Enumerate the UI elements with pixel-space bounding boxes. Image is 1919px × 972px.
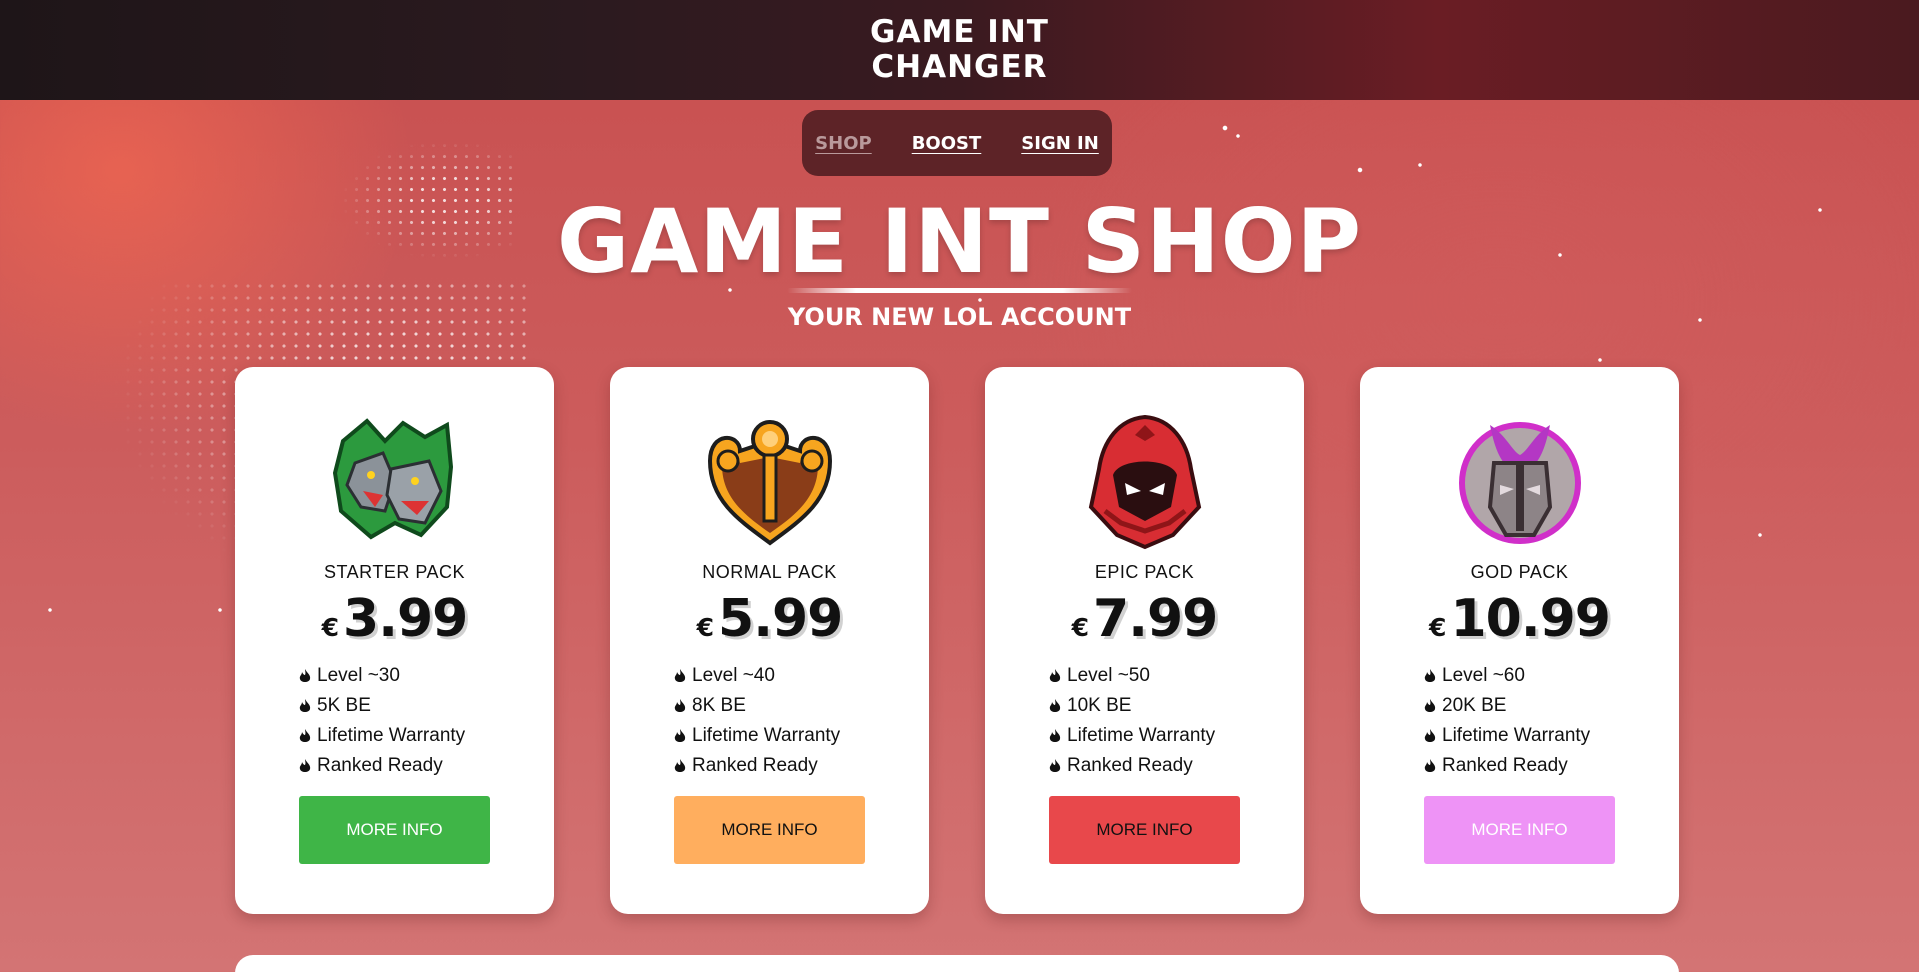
feature-item: Ranked Ready xyxy=(299,751,465,781)
page-title: GAME INT SHOP xyxy=(556,190,1363,293)
feature-item: Ranked Ready xyxy=(1424,751,1590,781)
price-amount: 3.99 xyxy=(343,589,468,649)
flame-icon xyxy=(674,698,686,712)
feature-text: Level ~50 xyxy=(1067,665,1150,686)
feature-item: Level ~30 xyxy=(299,661,465,691)
feature-list: Level ~30 5K BE Lifetime Warranty Ranked… xyxy=(299,661,465,781)
feature-item: Lifetime Warranty xyxy=(299,721,465,751)
feature-item: 20K BE xyxy=(1424,691,1590,721)
pack-name: EPIC PACK xyxy=(1094,562,1195,582)
more-info-button[interactable]: MORE INFO xyxy=(1049,796,1240,864)
feature-item: Lifetime Warranty xyxy=(1049,721,1215,751)
flame-icon xyxy=(674,728,686,742)
nav-shop-link[interactable]: SHOP xyxy=(815,133,872,154)
feature-item: Ranked Ready xyxy=(1049,751,1215,781)
feature-text: Level ~40 xyxy=(692,665,775,686)
flame-icon xyxy=(1424,728,1436,742)
feature-text: Lifetime Warranty xyxy=(692,725,841,746)
site-header: GAME INT CHANGER xyxy=(0,0,1919,100)
nav-sign-in-link[interactable]: SIGN IN xyxy=(1021,133,1099,154)
feature-text: 10K BE xyxy=(1067,695,1132,716)
pack-cards: STARTER PACK € 3.99 Level ~30 5K BE Life… xyxy=(235,367,1679,914)
flame-icon xyxy=(1049,668,1061,682)
flame-icon xyxy=(1049,728,1061,742)
price-amount: 7.99 xyxy=(1093,589,1218,649)
pack-name: NORMAL PACK xyxy=(702,562,837,582)
logo-line-1: GAME INT xyxy=(870,14,1049,50)
pack-card-god: GOD PACK € 10.99 Level ~60 20K BE Lifeti… xyxy=(1360,367,1679,914)
hooded-mask-emblem-icon xyxy=(1088,414,1201,550)
flame-icon xyxy=(299,728,311,742)
feature-list: Level ~60 20K BE Lifetime Warranty Ranke… xyxy=(1424,661,1590,781)
flame-icon xyxy=(1424,668,1436,682)
feature-item: 5K BE xyxy=(299,691,465,721)
wolf-emblem-icon xyxy=(332,418,453,540)
page-subtitle: YOUR NEW LOL ACCOUNT xyxy=(787,303,1132,331)
price-amount: 5.99 xyxy=(718,589,843,649)
title-underline xyxy=(787,288,1132,293)
feature-text: Lifetime Warranty xyxy=(1067,725,1216,746)
flame-icon xyxy=(1424,698,1436,712)
main-nav: SHOP BOOST SIGN IN xyxy=(802,110,1112,176)
flame-icon xyxy=(1049,698,1061,712)
knight-helmet-emblem-icon xyxy=(1458,422,1581,544)
pack-price: € 5.99 xyxy=(696,589,844,649)
trophy-emblem-icon xyxy=(707,420,832,546)
pack-price: € 10.99 xyxy=(1429,589,1611,649)
feature-item: Level ~50 xyxy=(1049,661,1215,691)
flame-icon xyxy=(299,668,311,682)
feature-text: 8K BE xyxy=(692,695,746,716)
next-section-card xyxy=(235,955,1679,972)
flame-icon xyxy=(299,758,311,772)
nav-boost-link[interactable]: BOOST xyxy=(912,133,982,154)
more-info-button[interactable]: MORE INFO xyxy=(1424,796,1615,864)
flame-icon xyxy=(299,698,311,712)
currency-symbol: € xyxy=(1429,613,1447,642)
feature-list: Level ~40 8K BE Lifetime Warranty Ranked… xyxy=(674,661,840,781)
feature-text: 5K BE xyxy=(317,695,371,716)
feature-text: Ranked Ready xyxy=(1442,755,1568,776)
currency-symbol: € xyxy=(321,613,340,642)
pack-name: GOD PACK xyxy=(1470,562,1569,582)
feature-text: Level ~30 xyxy=(317,665,400,686)
logo-line-2: CHANGER xyxy=(871,49,1048,85)
currency-symbol: € xyxy=(696,613,715,642)
feature-text: 20K BE xyxy=(1442,695,1507,716)
pack-card-normal: NORMAL PACK € 5.99 Level ~40 8K BE Lifet… xyxy=(610,367,929,914)
feature-item: Lifetime Warranty xyxy=(1424,721,1590,751)
feature-item: 10K BE xyxy=(1049,691,1215,721)
pack-price: € 7.99 xyxy=(1071,589,1219,649)
pack-card-starter: STARTER PACK € 3.99 Level ~30 5K BE Life… xyxy=(235,367,554,914)
feature-text: Level ~60 xyxy=(1442,665,1525,686)
flame-icon xyxy=(674,668,686,682)
pack-card-epic: EPIC PACK € 7.99 Level ~50 10K BE Lifeti… xyxy=(985,367,1304,914)
feature-item: 8K BE xyxy=(674,691,840,721)
pack-price: € 3.99 xyxy=(321,589,469,649)
feature-list: Level ~50 10K BE Lifetime Warranty Ranke… xyxy=(1049,661,1215,781)
site-logo[interactable]: GAME INT CHANGER xyxy=(870,15,1049,85)
feature-item: Ranked Ready xyxy=(674,751,840,781)
feature-text: Lifetime Warranty xyxy=(1442,725,1591,746)
price-amount: 10.99 xyxy=(1450,589,1610,649)
feature-text: Ranked Ready xyxy=(692,755,818,776)
feature-text: Ranked Ready xyxy=(1067,755,1193,776)
more-info-button[interactable]: MORE INFO xyxy=(299,796,490,864)
feature-text: Lifetime Warranty xyxy=(317,725,466,746)
flame-icon xyxy=(674,758,686,772)
more-info-button[interactable]: MORE INFO xyxy=(674,796,865,864)
flame-icon xyxy=(1424,758,1436,772)
feature-item: Level ~40 xyxy=(674,661,840,691)
feature-item: Level ~60 xyxy=(1424,661,1590,691)
currency-symbol: € xyxy=(1071,613,1090,642)
flame-icon xyxy=(1049,758,1061,772)
pack-name: STARTER PACK xyxy=(323,562,466,582)
feature-item: Lifetime Warranty xyxy=(674,721,840,751)
feature-text: Ranked Ready xyxy=(317,755,443,776)
